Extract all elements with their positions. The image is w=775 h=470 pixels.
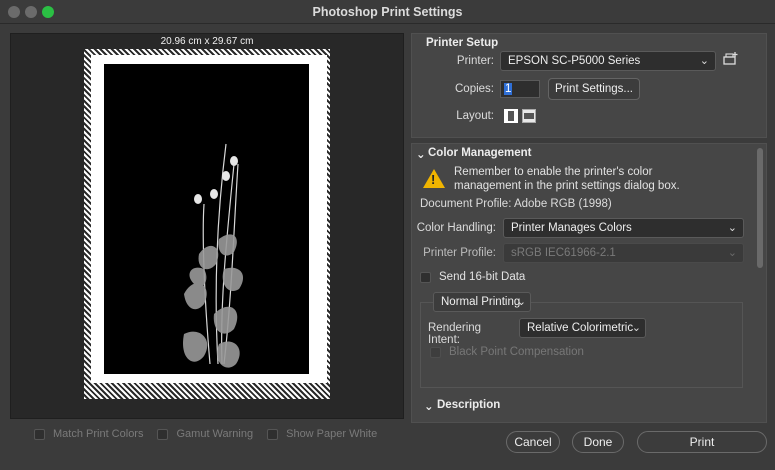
match-print-colors-checkbox[interactable]: Match Print Colors	[34, 428, 143, 440]
printer-value: EPSON SC-P5000 Series	[508, 55, 641, 67]
checkbox-label: Black Point Compensation	[449, 346, 584, 358]
printer-select[interactable]: EPSON SC-P5000 Series ⌄	[500, 51, 716, 71]
color-management-warning: Remember to enable the printer's color m…	[454, 166, 680, 192]
portrait-layout-icon[interactable]	[504, 109, 518, 123]
poppy-plant-image	[183, 143, 244, 368]
printer-setup-title: Printer Setup	[426, 37, 499, 49]
done-button[interactable]: Done	[572, 431, 624, 453]
copies-input[interactable]: 1	[500, 80, 540, 98]
rendering-intent-label: Rendering Intent:	[428, 322, 482, 346]
checkbox-label: Match Print Colors	[53, 428, 144, 440]
color-handling-select[interactable]: Printer Manages Colors ⌄	[503, 218, 744, 238]
checkbox-box[interactable]	[34, 428, 45, 440]
printer-profile-select[interactable]: sRGB IEC61966-2.1 ⌄	[503, 243, 744, 263]
collapse-chevron-icon[interactable]: ⌄	[416, 147, 426, 161]
checkbox-box[interactable]	[420, 271, 431, 283]
send-16bit-checkbox[interactable]: Send 16-bit Data	[420, 271, 525, 283]
gamut-warning-checkbox[interactable]: Gamut Warning	[157, 428, 253, 440]
description-title: Description	[437, 399, 501, 411]
layout-label: Layout:	[456, 110, 494, 122]
chevron-down-icon: ⌄	[727, 247, 737, 259]
add-printer-icon[interactable]	[723, 51, 739, 67]
checkbox-label: Gamut Warning	[176, 428, 254, 440]
printer-label: Printer:	[456, 55, 494, 67]
copies-label: Copies:	[455, 83, 494, 95]
landscape-layout-icon[interactable]	[522, 109, 536, 123]
title-bar: Photoshop Print Settings	[0, 0, 775, 24]
checkbox-box[interactable]	[157, 428, 169, 440]
checkbox-label: Show Paper White	[286, 428, 378, 440]
copies-value: 1	[504, 83, 513, 95]
rendering-intent-select[interactable]: Relative Colorimetric ⌄	[519, 318, 646, 338]
color-management-title: Color Management	[428, 147, 532, 159]
chevron-down-icon: ⌄	[631, 322, 641, 334]
printer-profile-label: Printer Profile:	[423, 247, 496, 259]
chevron-down-icon: ⌄	[516, 296, 526, 308]
printer-profile-value: sRGB IEC61966-2.1	[511, 247, 616, 259]
rendering-intent-value: Relative Colorimetric	[527, 322, 634, 334]
description-chevron-icon[interactable]: ⌄	[424, 399, 434, 413]
print-preview: 20.96 cm x 29.67 cm	[10, 33, 404, 419]
chevron-down-icon: ⌄	[699, 55, 709, 67]
color-handling-label: Color Handling:	[416, 222, 496, 234]
color-handling-value: Printer Manages Colors	[511, 222, 632, 234]
warning-exclamation: !	[431, 172, 436, 187]
photo-preview[interactable]	[104, 64, 309, 374]
checkbox-box[interactable]	[267, 428, 279, 440]
normal-printing-select[interactable]: Normal Printing ⌄	[433, 292, 531, 312]
window-title: Photoshop Print Settings	[312, 5, 463, 19]
color-management-panel: ⌄ Color Management ! Remember to enable …	[411, 143, 767, 423]
document-profile: Document Profile: Adobe RGB (1998)	[420, 198, 612, 210]
checkbox-label: Send 16-bit Data	[439, 271, 526, 283]
cancel-button[interactable]: Cancel	[506, 431, 560, 453]
print-settings-button[interactable]: Print Settings...	[548, 78, 640, 100]
chevron-down-icon: ⌄	[727, 222, 737, 234]
scrollbar[interactable]	[757, 148, 763, 268]
checkbox-box[interactable]	[430, 346, 441, 358]
paper-dimensions: 20.96 cm x 29.67 cm	[160, 36, 254, 47]
normal-printing-value: Normal Printing	[441, 296, 521, 308]
black-point-compensation-checkbox[interactable]: Black Point Compensation	[430, 346, 584, 358]
print-button[interactable]: Print	[637, 431, 767, 453]
preview-options: Match Print Colors Gamut Warning Show Pa…	[34, 428, 391, 440]
show-paper-white-checkbox[interactable]: Show Paper White	[267, 428, 377, 440]
